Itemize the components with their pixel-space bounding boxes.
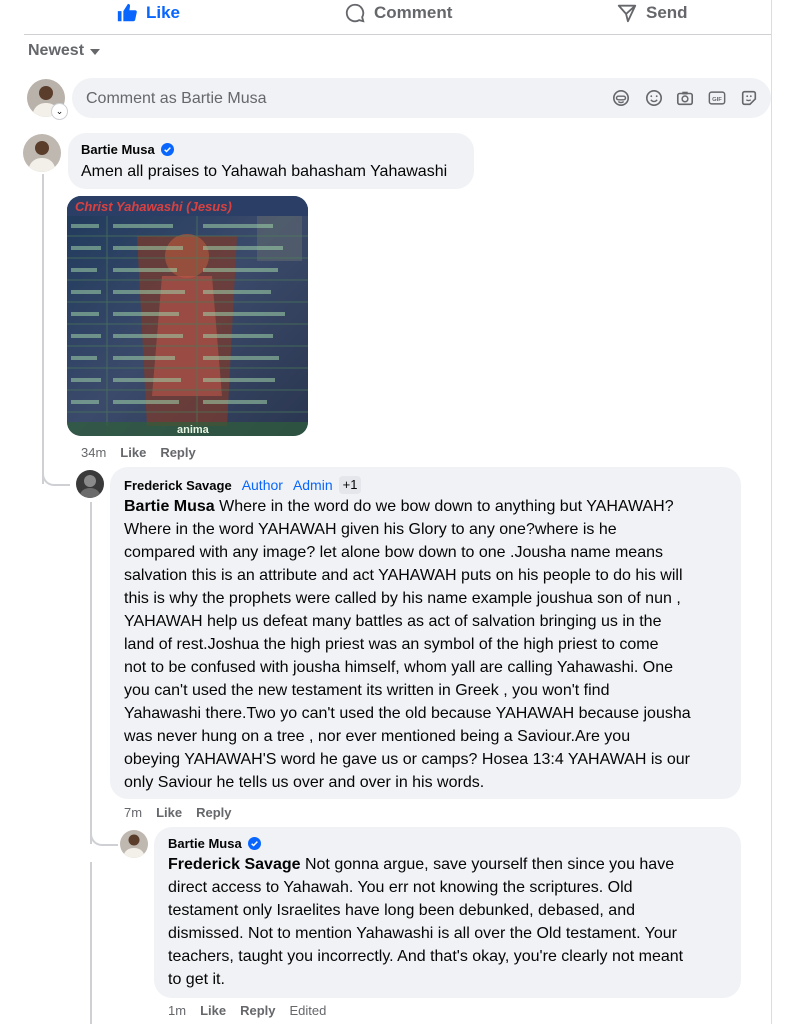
verified-badge-icon: [247, 837, 261, 850]
thread-line-curve: [42, 470, 70, 486]
comment-meta: 1m Like Reply Edited: [168, 1003, 326, 1018]
avatar[interactable]: [120, 830, 148, 858]
thread-line-curve: [90, 830, 118, 846]
comment-meta: 7m Like Reply: [124, 805, 231, 820]
avatar-sticker-icon[interactable]: [612, 89, 630, 107]
comment-meta: 34m Like Reply: [81, 445, 196, 460]
like-button[interactable]: Like: [116, 0, 180, 26]
mention-link[interactable]: Bartie Musa: [124, 498, 215, 515]
author-badge[interactable]: Author: [242, 477, 283, 493]
like-comment-button[interactable]: Like: [156, 805, 182, 820]
avatar[interactable]: [76, 470, 104, 498]
comment-timestamp[interactable]: 1m: [168, 1003, 186, 1018]
like-comment-button[interactable]: Like: [200, 1003, 226, 1018]
comment-text: Frederick Savage Not gonna argue, save y…: [168, 856, 684, 988]
author-name[interactable]: Bartie Musa: [81, 142, 155, 157]
mention-link[interactable]: Frederick Savage: [168, 856, 301, 873]
send-icon: [617, 4, 637, 23]
camera-icon[interactable]: [676, 89, 694, 107]
composer-avatar[interactable]: ⌄: [27, 79, 68, 120]
comment-text: Bartie Musa Where in the word do we bow …: [124, 498, 691, 791]
comment-timestamp[interactable]: 34m: [81, 445, 106, 460]
panel-border: [771, 0, 772, 1024]
thumbs-up-icon: [117, 3, 137, 22]
comment-author: Bartie Musa: [168, 836, 261, 851]
send-button-label: Send: [646, 3, 688, 22]
chevron-down-icon[interactable]: ⌄: [51, 103, 68, 120]
send-button[interactable]: Send: [616, 0, 688, 26]
comment-icon: [345, 3, 365, 23]
svg-text:GIF: GIF: [712, 97, 722, 103]
post-action-bar: Like Comment Send: [24, 0, 771, 26]
comment-button-label: Comment: [374, 3, 453, 22]
sticker-icon[interactable]: [740, 89, 758, 107]
divider: [24, 34, 771, 35]
author-name[interactable]: Frederick Savage: [124, 478, 232, 493]
thread-line: [90, 502, 92, 844]
comment-timestamp[interactable]: 7m: [124, 805, 142, 820]
emoji-icon[interactable]: [645, 89, 663, 107]
like-comment-button[interactable]: Like: [120, 445, 146, 460]
comment-image-attachment[interactable]: Christ Yahawashi (Jesus) anima: [67, 196, 308, 436]
gif-icon[interactable]: GIF: [708, 89, 726, 107]
comment-author: Bartie Musa: [81, 142, 174, 157]
comment-composer[interactable]: GIF: [72, 78, 771, 120]
thread-line: [42, 174, 44, 484]
comment-text: Amen all praises to Yahawah bahasham Yah…: [81, 163, 448, 180]
comment-input[interactable]: [84, 78, 588, 120]
author-name[interactable]: Bartie Musa: [168, 836, 242, 851]
more-badges-count[interactable]: +1: [338, 476, 362, 494]
sort-label: Newest: [28, 42, 85, 59]
edited-label[interactable]: Edited: [289, 1003, 326, 1018]
reply-button[interactable]: Reply: [196, 805, 231, 820]
like-button-label: Like: [146, 3, 181, 22]
comment-button[interactable]: Comment: [344, 0, 452, 26]
image-caption-bottom: anima: [177, 424, 210, 436]
chevron-down-icon: [90, 49, 101, 55]
reply-button[interactable]: Reply: [240, 1003, 275, 1018]
sort-dropdown[interactable]: Newest: [28, 42, 101, 60]
verified-badge-icon: [160, 143, 174, 156]
avatar[interactable]: [23, 134, 61, 172]
comment-author: Frederick Savage Author Admin +1: [124, 476, 362, 494]
admin-badge[interactable]: Admin: [293, 477, 333, 493]
reply-button[interactable]: Reply: [160, 445, 195, 460]
image-caption-top: Christ Yahawashi (Jesus): [75, 199, 232, 214]
thread-line: [90, 862, 92, 1024]
